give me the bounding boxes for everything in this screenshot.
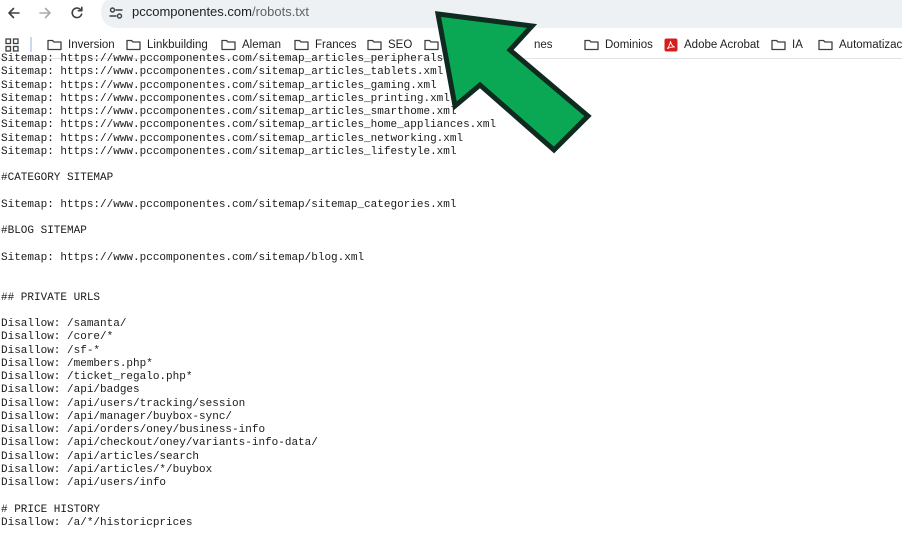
robots-line: [1, 490, 901, 503]
bookmark-label: Automatizacio: [839, 39, 902, 51]
apps-grid-icon[interactable]: [5, 38, 19, 52]
url-domain: pccomponentes.com: [132, 4, 252, 19]
robots-line: # PRICE HISTORY: [1, 503, 101, 516]
bookmark-label: Linkbuilding: [147, 39, 208, 51]
robots-line: Disallow: /api/badges: [1, 384, 140, 397]
robots-line: Disallow: /sf-*: [1, 344, 101, 357]
bookmark-folder-linkbuilding[interactable]: Linkbuilding: [126, 35, 208, 55]
robots-line: [1, 278, 901, 291]
robots-line: Disallow: /a/*/historicprices: [1, 516, 193, 529]
robots-line: [1, 265, 901, 278]
reload-icon: [71, 6, 83, 19]
bookmark-folder-aleman[interactable]: Aleman: [221, 35, 281, 55]
robots-line: Sitemap: https://www.pccomponentes.com/s…: [1, 251, 365, 264]
bookmark-folder-inversion[interactable]: Inversion: [47, 35, 115, 55]
robots-line: Disallow: /api/checkout/oney/variants-in…: [1, 437, 318, 450]
robots-txt-content: Sitemap: https://www.pccomponentes.com/s…: [1, 53, 901, 545]
bookmark-folder-frances[interactable]: Frances: [294, 35, 357, 55]
bookmark-label: SEO: [388, 39, 413, 51]
robots-line: [1, 212, 901, 225]
robots-line: Disallow: /api/orders/oney/business-info: [1, 424, 266, 436]
bookmark-folder-dominios[interactable]: Dominios: [584, 35, 653, 55]
bookmark-label: Frances: [315, 39, 357, 51]
address-bar[interactable]: pccomponentes.com/robots.txt: [101, 0, 902, 28]
bookmark-folder-obscured[interactable]: nes: [424, 35, 553, 55]
bookmark-label: Adobe Acrobat: [684, 39, 760, 51]
robots-line: Sitemap: https://www.pccomponentes.com/s…: [1, 66, 444, 79]
robots-line: Disallow: /ticket_regalo.php*: [1, 371, 193, 383]
bookmarks-separator: [30, 37, 32, 52]
robots-line: #BLOG SITEMAP: [1, 225, 87, 238]
robots-line: Disallow: /api/articles/search: [1, 450, 200, 463]
url-path: /robots.txt: [251, 4, 310, 19]
robots-line: Disallow: /api/manager/buybox-sync/: [1, 410, 233, 423]
folder-icon: [294, 39, 309, 51]
robots-line: Sitemap: https://www.pccomponentes.com/s…: [1, 106, 457, 118]
browser-toolbar: pccomponentes.com/robots.txt: [0, 0, 902, 28]
robots-line: #CATEGORY SITEMAP: [1, 172, 114, 185]
folder-icon: [771, 39, 786, 51]
folder-icon: [367, 39, 382, 51]
robots-line: Sitemap: https://www.pccomponentes.com/s…: [1, 53, 470, 65]
robots-line: Sitemap: https://www.pccomponentes.com/s…: [1, 132, 464, 145]
robots-line: Disallow: /api/articles/*/buybox: [1, 463, 213, 476]
robots-line: Disallow: /samanta/: [1, 318, 127, 330]
folder-icon: [818, 39, 833, 51]
robots-line: Disallow: /api/users/info: [1, 477, 167, 489]
url-text[interactable]: pccomponentes.com/robots.txt: [132, 4, 309, 20]
folder-icon: [221, 39, 236, 51]
robots-line: Sitemap: https://www.pccomponentes.com/s…: [1, 119, 497, 132]
bookmark-folder-ia[interactable]: IA: [771, 35, 803, 55]
folder-icon: [126, 39, 141, 51]
bookmark-label: nes: [534, 39, 553, 51]
forward-button[interactable]: [34, 2, 56, 24]
bookmark-label: IA: [792, 39, 803, 51]
folder-icon: [47, 39, 62, 51]
robots-line: [1, 305, 901, 318]
robots-line: [1, 159, 901, 172]
bookmark-label: Dominios: [605, 39, 653, 51]
robots-line: Sitemap: https://www.pccomponentes.com/s…: [1, 92, 450, 105]
folder-icon: [584, 39, 599, 51]
back-button[interactable]: [3, 2, 25, 24]
robots-line: [1, 186, 901, 199]
site-info-icon[interactable]: [108, 5, 124, 21]
bookmark-folder-automatizacion[interactable]: Automatizacio: [818, 35, 902, 55]
folder-icon: [424, 39, 439, 51]
back-arrow-icon: [8, 7, 20, 19]
robots-line: Disallow: /members.php*: [1, 357, 153, 370]
robots-line: ## PRIVATE URLS: [1, 291, 101, 304]
reload-button[interactable]: [66, 2, 88, 24]
bookmark-label: Aleman: [242, 39, 281, 51]
robots-line: Disallow: /api/users/tracking/session: [1, 397, 246, 410]
robots-line: Sitemap: https://www.pccomponentes.com/s…: [1, 79, 437, 92]
robots-line: Disallow: /core/*: [1, 331, 114, 344]
bookmark-folder-seo[interactable]: SEO: [367, 35, 412, 55]
robots-line: [1, 239, 901, 252]
bookmark-label: Inversion: [68, 39, 115, 51]
browser-window: pccomponentes.com/robots.txt Inversion L…: [0, 0, 902, 545]
robots-line: Sitemap: https://www.pccomponentes.com/s…: [1, 145, 457, 158]
forward-arrow-icon: [39, 7, 51, 19]
robots-line: Sitemap: https://www.pccomponentes.com/s…: [1, 198, 457, 211]
bookmark-adobe-acrobat[interactable]: Adobe Acrobat: [664, 35, 759, 55]
pdf-icon: [664, 38, 678, 52]
